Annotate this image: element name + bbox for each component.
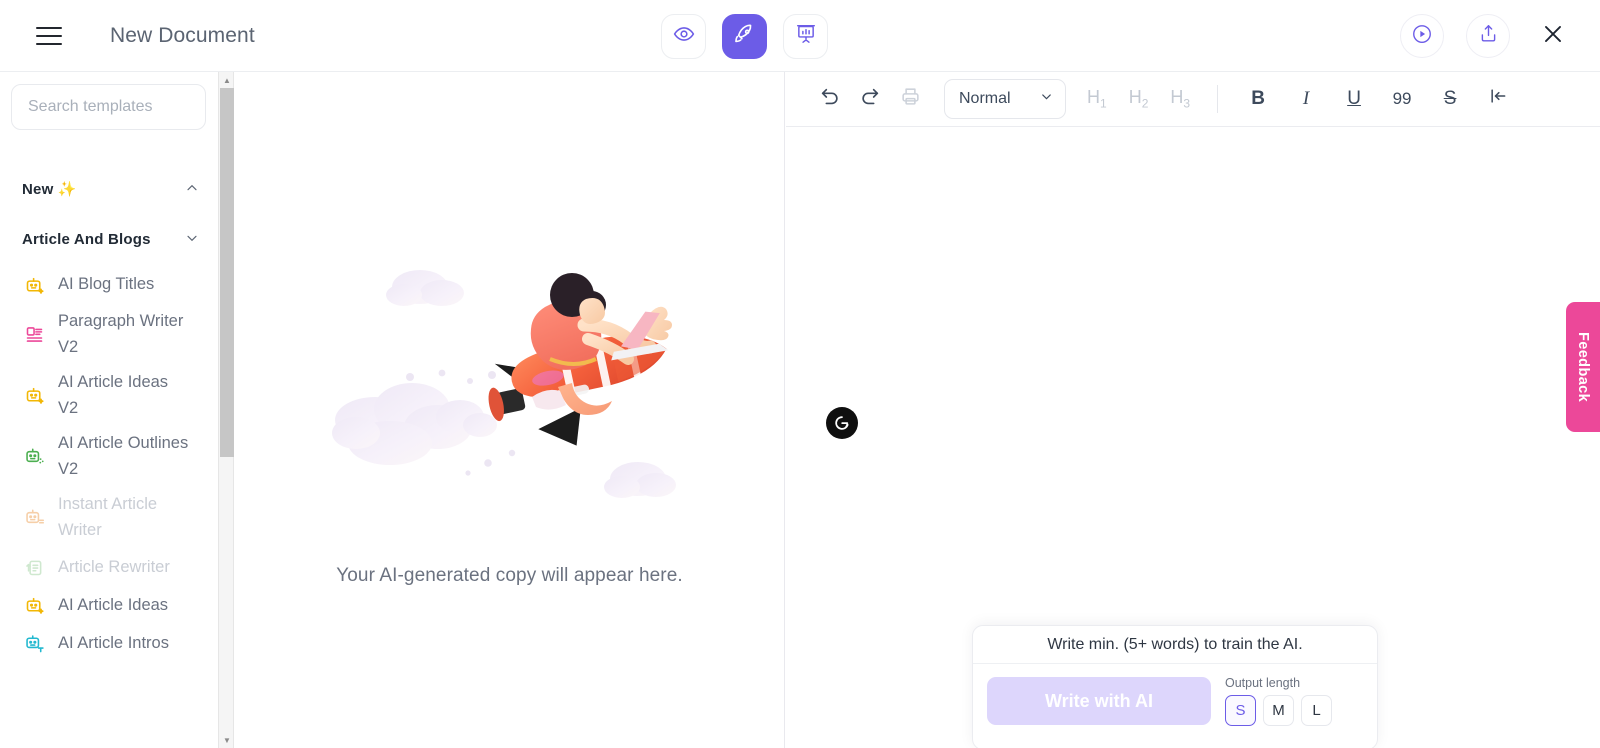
sidebar-section-new[interactable]: New ✨ (0, 172, 218, 206)
chevron-down-icon (184, 230, 200, 248)
tab-insights[interactable] (783, 14, 828, 59)
sidebar-item-label: AI Article Ideas (58, 595, 169, 614)
text-style-value: Normal (959, 90, 1011, 107)
sidebar-item-label: Instant Article Writer (58, 495, 158, 539)
templates-sidebar: New ✨ Article And Blogs AI Blog (0, 72, 218, 748)
sidebar-item-label: AI Article Ideas V2 (58, 373, 169, 417)
app-header: New Document (0, 0, 1600, 72)
blockquote-button[interactable]: 99 (1378, 89, 1426, 109)
eye-icon (673, 23, 695, 50)
sidebar-item-paragraph-writer-v2[interactable]: Paragraph Writer V2 (0, 304, 218, 365)
robot-dots-icon (24, 446, 45, 467)
header-right-actions (1400, 14, 1570, 58)
chevron-down-icon (1039, 89, 1054, 109)
heading-2-level: 2 (1141, 96, 1149, 111)
heading-1-level: 1 (1100, 96, 1107, 111)
sidebar-item-ai-article-intros[interactable]: AI Article Intros (0, 625, 218, 663)
outdent-icon (1487, 89, 1509, 111)
sidebar-item-label: Article Rewriter (58, 557, 170, 576)
robot-sparkle-icon (24, 385, 45, 406)
sidebar-item-label: Paragraph Writer V2 (58, 312, 184, 356)
feedback-label: Feedback (1575, 331, 1591, 403)
sidebar-section-article-label: Article And Blogs (22, 230, 151, 248)
rocket-person-laptop-illustration (320, 247, 700, 547)
close-button[interactable] (1536, 19, 1570, 53)
sidebar-section-article-and-blogs[interactable]: Article And Blogs (0, 222, 218, 256)
hamburger-icon[interactable] (36, 23, 66, 49)
sidebar-item-ai-article-outlines-v2[interactable]: AI Article Outlines V2 (0, 426, 218, 487)
ai-panel-body: Write with AI Output length S M L (973, 664, 1377, 726)
share-upload-icon (1478, 23, 1499, 49)
sidebar-item-instant-article-writer[interactable]: Instant Article Writer (0, 487, 218, 548)
presentation-chart-icon (795, 23, 817, 50)
undo-button[interactable] (810, 79, 850, 119)
underline-button[interactable]: U (1330, 88, 1378, 110)
sidebar-item-label: AI Blog Titles (58, 275, 155, 294)
robot-text-icon (24, 633, 45, 654)
print-button[interactable] (890, 79, 930, 119)
app-root: New Document Search templates New ✨ Arti… (0, 0, 1600, 748)
share-button[interactable] (1466, 14, 1510, 58)
heading-1-button[interactable]: H1 (1076, 87, 1118, 111)
robot-lines-icon (24, 507, 45, 528)
header-center-tabs (661, 14, 828, 59)
tab-generate[interactable] (722, 14, 767, 59)
robot-sparkle-icon (24, 595, 45, 616)
outdent-button[interactable] (1474, 86, 1522, 112)
text-style-select[interactable]: Normal (944, 79, 1066, 119)
grammarly-icon[interactable] (826, 407, 858, 439)
sidebar-item-ai-article-ideas[interactable]: AI Article Ideas (0, 587, 218, 625)
output-length-l[interactable]: L (1301, 695, 1332, 726)
close-icon (1540, 21, 1566, 52)
paragraph-icon (24, 324, 45, 345)
tutorial-button[interactable] (1400, 14, 1444, 58)
output-length-control: Output length S M L (1225, 676, 1332, 726)
sidebar-item-label: AI Article Outlines V2 (58, 434, 189, 478)
printer-icon (900, 86, 921, 112)
scrollbar-thumb[interactable] (220, 88, 234, 457)
output-length-m[interactable]: M (1263, 695, 1294, 726)
feedback-tab[interactable]: Feedback (1566, 302, 1600, 432)
heading-2-button[interactable]: H2 (1118, 87, 1160, 111)
preview-pane: Your AI-generated copy will appear here. (235, 72, 785, 748)
redo-icon (859, 86, 881, 113)
page-title: New Document (110, 23, 255, 47)
output-length-label: Output length (1225, 676, 1301, 690)
tab-preview[interactable] (661, 14, 706, 59)
italic-button[interactable]: I (1282, 88, 1330, 110)
sidebar-section-new-label: New ✨ (22, 181, 77, 198)
rocket-icon (733, 23, 756, 51)
editor-toolbar: Normal H1 H2 H3 B I U 99 S (786, 72, 1600, 127)
search-container (0, 72, 218, 130)
empty-state-message: Your AI-generated copy will appear here. (336, 565, 683, 586)
sidebar-scrollbar[interactable]: ▲ ▼ (218, 72, 234, 748)
redo-button[interactable] (850, 79, 890, 119)
scroll-up-icon[interactable]: ▲ (219, 72, 235, 88)
strikethrough-button[interactable]: S (1426, 88, 1474, 110)
robot-sparkle-icon (24, 275, 45, 296)
write-with-ai-button[interactable]: Write with AI (987, 677, 1211, 725)
sidebar-item-article-rewriter[interactable]: Article Rewriter (0, 549, 218, 587)
template-list: AI Blog Titles Paragraph Writer V2 AI Ar… (0, 266, 218, 663)
heading-3-level: 3 (1183, 96, 1191, 111)
sidebar-item-label: AI Article Intros (58, 633, 169, 652)
sidebar-item-ai-article-ideas-v2[interactable]: AI Article Ideas V2 (0, 365, 218, 426)
output-length-s[interactable]: S (1225, 695, 1256, 726)
toolbar-divider (1217, 85, 1219, 113)
sidebar-item-ai-blog-titles[interactable]: AI Blog Titles (0, 266, 218, 304)
rewrite-doc-icon (24, 557, 45, 578)
bold-button[interactable]: B (1234, 88, 1282, 110)
heading-3-button[interactable]: H3 (1159, 87, 1201, 111)
chevron-up-icon (184, 180, 200, 198)
ai-write-panel: Write min. (5+ words) to train the AI. W… (972, 625, 1378, 748)
ai-hint-text: Write min. (5+ words) to train the AI. (973, 626, 1377, 664)
search-input[interactable] (11, 84, 206, 130)
scroll-down-icon[interactable]: ▼ (219, 732, 235, 748)
play-circle-icon (1411, 23, 1433, 50)
undo-icon (819, 86, 841, 113)
output-length-options: S M L (1225, 695, 1332, 726)
